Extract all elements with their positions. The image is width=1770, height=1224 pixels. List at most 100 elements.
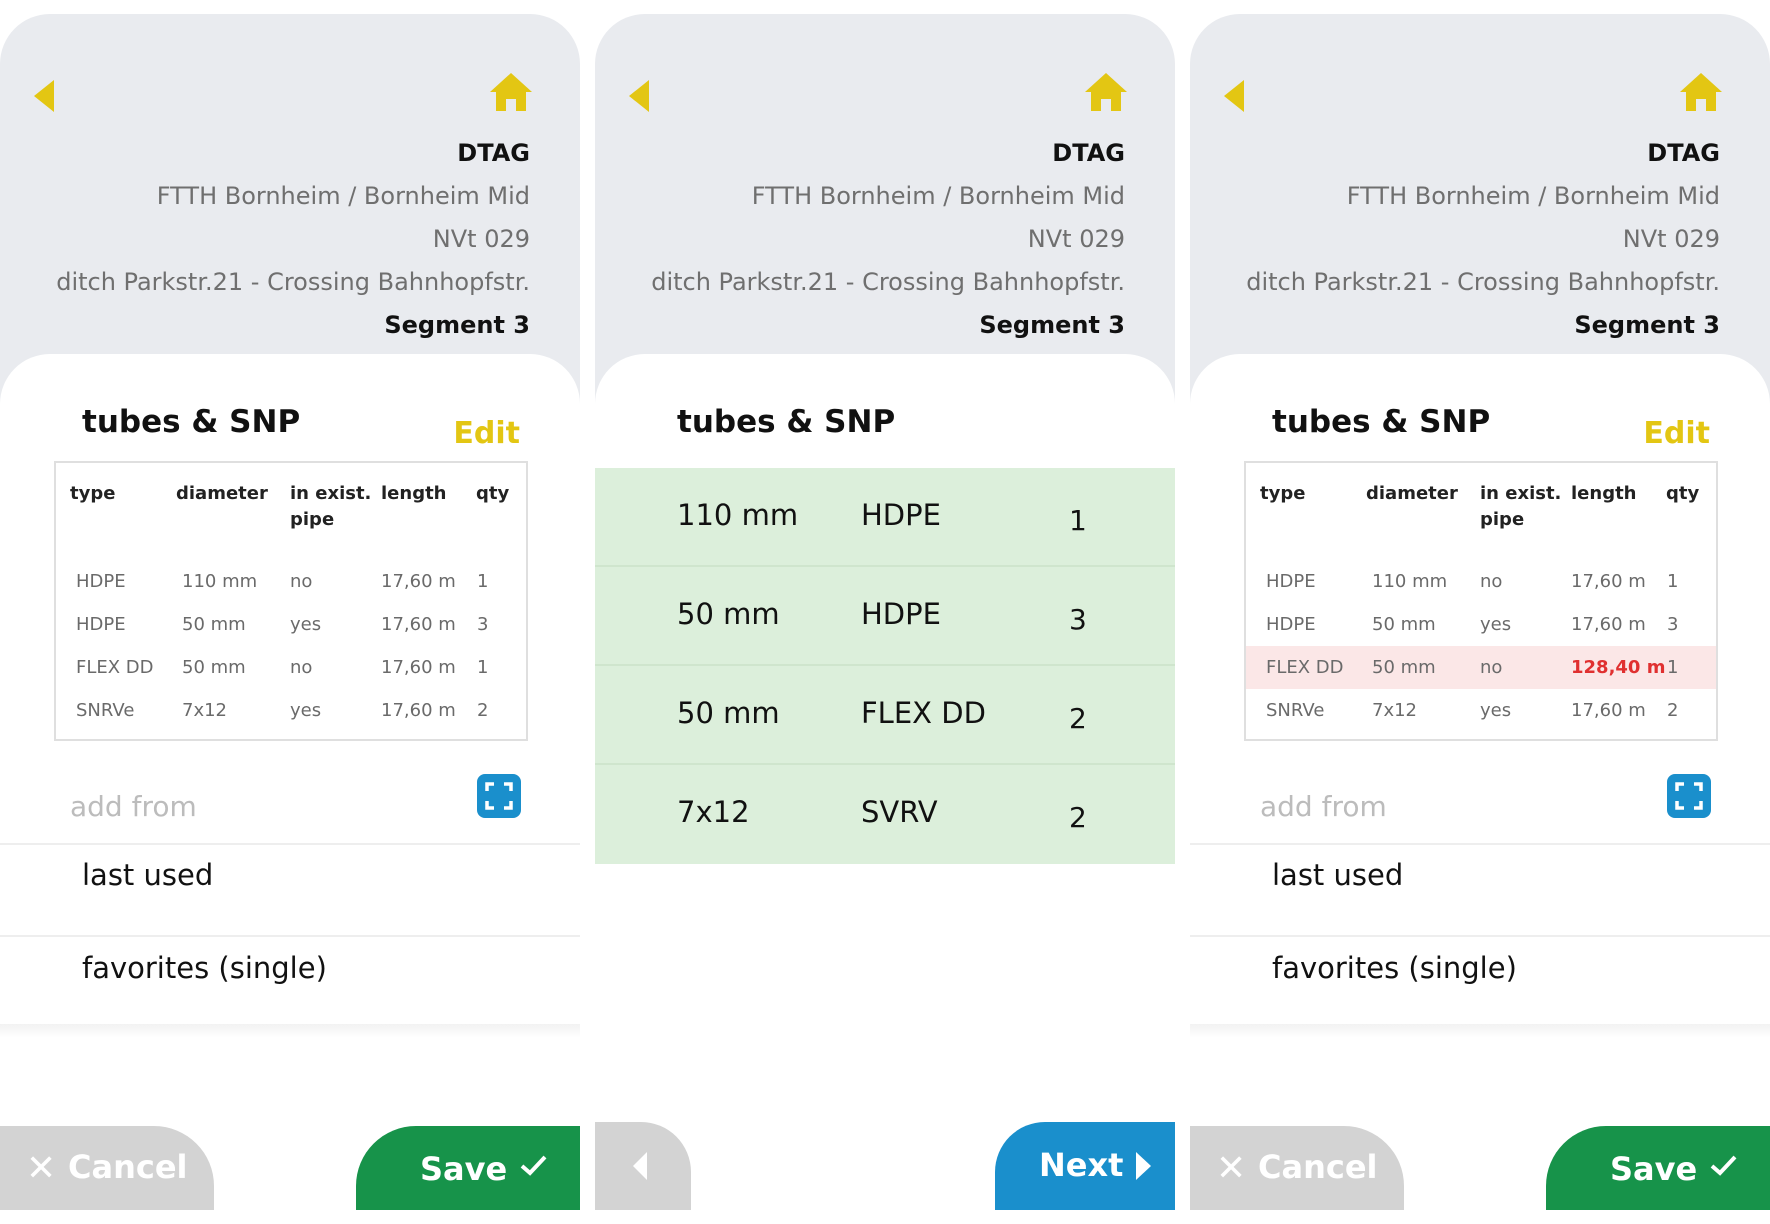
home-icon[interactable] (1678, 70, 1724, 114)
cell-in-exist: no (290, 657, 313, 678)
back-arrow-icon[interactable] (1220, 74, 1250, 118)
cell-diameter: 110 mm (1372, 571, 1448, 592)
table-header: type diameter in exist. pipe length qty (56, 463, 526, 543)
home-icon[interactable] (1083, 70, 1129, 114)
col-in-exist: in exist. pipe (290, 481, 371, 533)
scan-button[interactable] (477, 774, 521, 818)
cell-type: SNRVe (76, 700, 135, 721)
back-arrow-icon[interactable] (30, 74, 60, 118)
add-from-label: add from (1260, 790, 1387, 823)
cell-type: HDPE (1266, 571, 1316, 592)
company-label: DTAG (1052, 139, 1125, 167)
item-qty: 3 (1069, 603, 1087, 636)
col-length: length (1571, 483, 1637, 504)
cell-in-exist: yes (290, 700, 322, 721)
cell-diameter: 50 mm (1372, 657, 1436, 678)
item-diameter: 7x12 (677, 795, 750, 829)
list-item[interactable]: 7x12 SVRV 2 (595, 765, 1175, 864)
next-button[interactable]: Next (995, 1122, 1175, 1210)
cancel-label: Cancel (68, 1148, 188, 1186)
table-row[interactable]: SNRVe 7x12 yes 17,60 m 2 (56, 689, 526, 732)
col-qty: qty (476, 483, 510, 504)
cell-in-exist: no (1480, 657, 1503, 678)
list-item[interactable]: 110 mm HDPE 1 (595, 468, 1175, 567)
item-diameter: 50 mm (677, 696, 780, 730)
scan-button[interactable] (1667, 774, 1711, 818)
cell-length-alert: 128,40 m (1571, 657, 1666, 678)
divider (1190, 843, 1770, 845)
cell-diameter: 50 mm (182, 614, 246, 635)
next-label: Next (1039, 1146, 1124, 1184)
last-used-item[interactable]: last used (82, 858, 213, 892)
edit-button[interactable]: Edit (1643, 416, 1710, 451)
cell-qty: 2 (477, 700, 489, 721)
list-item[interactable]: 50 mm HDPE 3 (595, 567, 1175, 666)
screen-tubes-edited: DTAG FTTH Bornheim / Bornheim Mid NVt 02… (1190, 14, 1770, 1224)
cancel-label: Cancel (1258, 1148, 1378, 1186)
cell-diameter: 50 mm (1372, 614, 1436, 635)
cell-length: 17,60 m (381, 614, 456, 635)
nvt-label: NVt 029 (432, 225, 530, 253)
item-type: FLEX DD (861, 696, 986, 730)
col-in-exist-line2: pipe (290, 509, 335, 530)
save-label: Save (1610, 1150, 1698, 1188)
col-in-exist-line2: pipe (1480, 509, 1525, 530)
cell-type: HDPE (1266, 614, 1316, 635)
segment-label: Segment 3 (384, 311, 530, 339)
previous-button[interactable] (595, 1122, 691, 1210)
section-title: tubes & SNP (677, 404, 896, 440)
table-row[interactable]: HDPE 50 mm yes 17,60 m 3 (1246, 603, 1716, 646)
table-row[interactable]: SNRVe 7x12 yes 17,60 m 2 (1246, 689, 1716, 732)
ditch-label: ditch Parkstr.21 - Crossing Bahnhopfstr. (56, 268, 530, 296)
divider (1190, 935, 1770, 937)
cell-length: 17,60 m (381, 571, 456, 592)
next-arrow-icon (1136, 1152, 1151, 1180)
table-row[interactable]: HDPE 50 mm yes 17,60 m 3 (56, 603, 526, 646)
favorites-item[interactable]: favorites (single) (82, 951, 327, 985)
col-length: length (381, 483, 447, 504)
cell-qty: 1 (477, 657, 489, 678)
cell-diameter: 7x12 (1372, 700, 1418, 721)
company-label: DTAG (1647, 139, 1720, 167)
home-icon[interactable] (488, 70, 534, 114)
company-label: DTAG (457, 139, 530, 167)
save-button[interactable]: Save (1546, 1126, 1770, 1210)
ditch-label: ditch Parkstr.21 - Crossing Bahnhopfstr. (651, 268, 1125, 296)
table-row-highlighted[interactable]: FLEX DD 50 mm no 128,40 m 1 (1246, 646, 1716, 689)
table-row[interactable]: FLEX DD 50 mm no 17,60 m 1 (56, 646, 526, 689)
save-label: Save (420, 1150, 508, 1188)
table-row[interactable]: HDPE 110 mm no 17,60 m 1 (56, 560, 526, 603)
screen-tubes-overview: DTAG FTTH Bornheim / Bornheim Mid NVt 02… (0, 14, 580, 1224)
scan-icon (485, 782, 513, 810)
cell-type: SNRVe (1266, 700, 1325, 721)
item-type: HDPE (861, 597, 941, 631)
back-arrow-icon[interactable] (625, 74, 655, 118)
nvt-label: NVt 029 (1027, 225, 1125, 253)
col-in-exist-line1: in exist. (290, 483, 372, 504)
divider (1190, 1024, 1770, 1038)
col-diameter: diameter (176, 483, 268, 504)
last-used-item[interactable]: last used (1272, 858, 1403, 892)
segment-label: Segment 3 (979, 311, 1125, 339)
check-icon (1710, 1155, 1737, 1176)
col-type: type (70, 483, 116, 504)
cancel-button[interactable]: ✕ Cancel (1190, 1126, 1404, 1210)
cell-in-exist: yes (1480, 614, 1512, 635)
item-diameter: 110 mm (677, 498, 799, 532)
cell-qty: 3 (477, 614, 489, 635)
add-from-label: add from (70, 790, 197, 823)
table-row[interactable]: HDPE 110 mm no 17,60 m 1 (1246, 560, 1716, 603)
cancel-button[interactable]: ✕ Cancel (0, 1126, 214, 1210)
cell-in-exist: no (290, 571, 313, 592)
cell-type: HDPE (76, 571, 126, 592)
col-in-exist-line1: in exist. (1480, 483, 1562, 504)
edit-button[interactable]: Edit (453, 416, 520, 451)
cell-in-exist: yes (1480, 700, 1512, 721)
favorites-item[interactable]: favorites (single) (1272, 951, 1517, 985)
cell-length: 17,60 m (1571, 571, 1646, 592)
save-button[interactable]: Save (356, 1126, 580, 1210)
cell-length: 17,60 m (381, 657, 456, 678)
cell-diameter: 7x12 (182, 700, 228, 721)
list-item[interactable]: 50 mm FLEX DD 2 (595, 666, 1175, 765)
cell-diameter: 50 mm (182, 657, 246, 678)
